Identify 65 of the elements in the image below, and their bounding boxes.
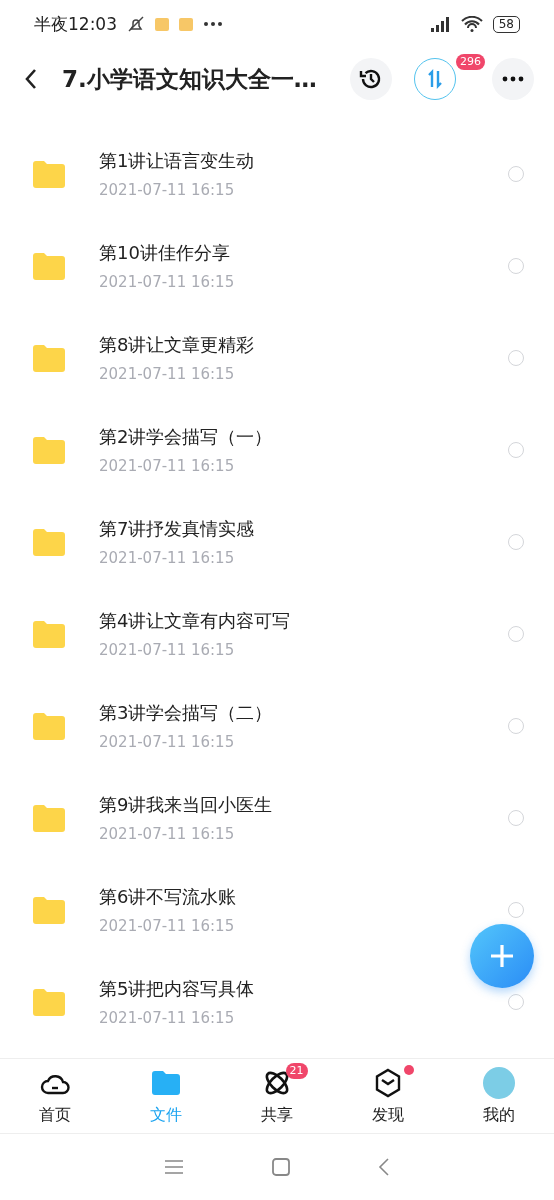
file-name: 第6讲不写流水账 xyxy=(99,885,238,909)
file-name: 第8讲让文章更精彩 xyxy=(99,333,256,357)
wifi-icon xyxy=(460,16,483,32)
back-icon[interactable] xyxy=(24,68,38,90)
file-name: 第1讲让语言变生动 xyxy=(99,149,256,173)
folder-icon xyxy=(33,528,65,556)
home-square-icon[interactable] xyxy=(272,1158,290,1176)
transfer-button[interactable] xyxy=(414,58,456,100)
folder-icon xyxy=(33,896,65,924)
file-date: 2021-07-11 16:15 xyxy=(99,1009,236,1027)
file-row[interactable]: 第10讲佳作分享 2021-07-11 16:15 xyxy=(0,220,554,312)
file-row[interactable]: 第3讲学会描写（二） 2021-07-11 16:15 xyxy=(0,680,554,772)
notification-icon xyxy=(155,17,169,31)
battery-indicator: 58 xyxy=(492,15,520,33)
file-date: 2021-07-11 16:15 xyxy=(99,825,236,843)
nav-tab[interactable]: 共享 21 xyxy=(221,1059,333,1133)
file-row[interactable]: 第2讲学会描写（一） 2021-07-11 16:15 xyxy=(0,404,554,496)
file-date: 2021-07-11 16:15 xyxy=(99,917,236,935)
plus-icon xyxy=(489,943,515,969)
folder-icon xyxy=(33,712,65,740)
file-date: 2021-07-11 16:15 xyxy=(99,733,236,751)
notification-icon xyxy=(179,17,193,31)
menu-icon[interactable] xyxy=(164,1159,184,1175)
folder-icon xyxy=(33,988,65,1016)
file-row[interactable]: 第9讲我来当回小医生 2021-07-11 16:15 xyxy=(0,772,554,864)
file-name: 第5讲把内容写具体 xyxy=(99,977,256,1001)
more-icon xyxy=(203,21,223,27)
file-row[interactable]: 第7讲抒发真情实感 2021-07-11 16:15 xyxy=(0,496,554,588)
file-name: 第4讲让文章有内容可写 xyxy=(99,609,292,633)
transfer-count-badge: 296 xyxy=(456,54,485,70)
folder-icon xyxy=(33,344,65,372)
file-date: 2021-07-11 16:15 xyxy=(99,641,236,659)
file-name: 第10讲佳作分享 xyxy=(99,241,231,265)
count-badge: 21 xyxy=(285,1063,308,1079)
folder-icon xyxy=(33,160,65,188)
nav-tab[interactable]: 我的 xyxy=(443,1059,554,1133)
file-row[interactable]: 第6讲不写流水账 2021-07-11 16:15 xyxy=(0,864,554,956)
file-date: 2021-07-11 16:15 xyxy=(99,365,236,383)
more-button[interactable] xyxy=(492,58,534,100)
folder-icon xyxy=(33,252,65,280)
file-row[interactable]: 第4讲让文章有内容可写 2021-07-11 16:15 xyxy=(0,588,554,680)
page-title: 7.小学语文知识大全一… xyxy=(62,64,318,94)
add-button[interactable] xyxy=(470,924,534,988)
status-time: 半夜12:03 xyxy=(34,12,117,36)
folder-icon xyxy=(33,436,65,464)
file-date: 2021-07-11 16:15 xyxy=(99,457,236,475)
more-icon xyxy=(502,76,524,82)
bell-off-icon xyxy=(127,15,145,33)
folder-icon xyxy=(33,620,65,648)
folder-icon xyxy=(33,804,65,832)
file-name: 第2讲学会描写（一） xyxy=(99,425,274,449)
file-name: 第3讲学会描写（二） xyxy=(99,701,274,725)
file-date: 2021-07-11 16:15 xyxy=(99,181,236,199)
file-name: 第9讲我来当回小医生 xyxy=(99,793,274,817)
file-row[interactable]: 第1讲让语言变生动 2021-07-11 16:15 xyxy=(0,128,554,220)
file-date: 2021-07-11 16:15 xyxy=(99,549,236,567)
file-row[interactable]: 第5讲把内容写具体 2021-07-11 16:15 xyxy=(0,956,554,1048)
signal-icon xyxy=(428,16,451,32)
history-button[interactable] xyxy=(350,58,392,100)
nav-tab[interactable]: 首页 xyxy=(0,1059,111,1133)
file-date: 2021-07-11 16:15 xyxy=(99,273,236,291)
file-row[interactable]: 第8讲让文章更精彩 2021-07-11 16:15 xyxy=(0,312,554,404)
avatar xyxy=(482,1066,515,1099)
nav-tab[interactable]: 发现 xyxy=(332,1059,444,1133)
file-name: 第7讲抒发真情实感 xyxy=(99,517,256,541)
